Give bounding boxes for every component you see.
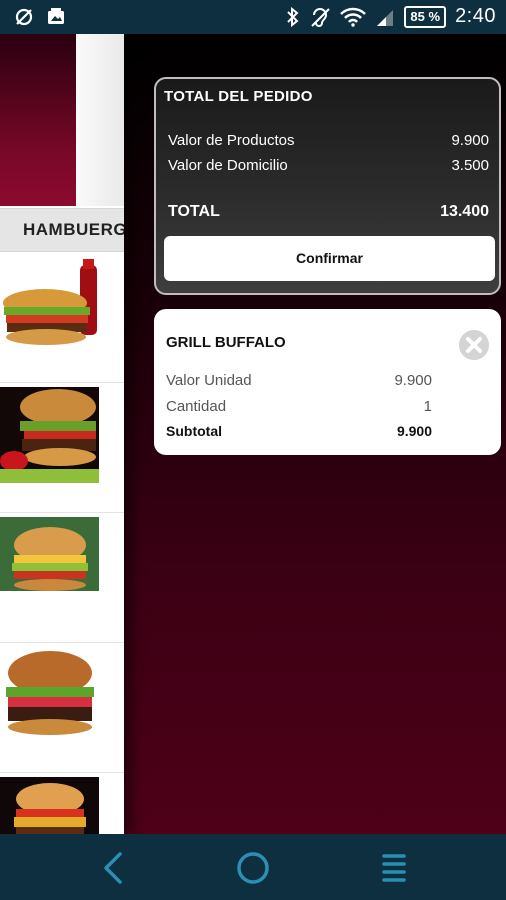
- subtotal-value: 9.900: [396, 423, 432, 439]
- unit-label: Valor Unidad: [166, 372, 252, 389]
- quantity-label: Cantidad: [166, 398, 227, 415]
- item-name: GRILL BUFFALO: [166, 334, 286, 351]
- products-value: 9.900: [451, 132, 489, 149]
- burger-image: [0, 517, 99, 613]
- battery-indicator: 85 %: [404, 5, 447, 28]
- back-icon[interactable]: [96, 850, 132, 886]
- quantity-row: Cantidad 1: [166, 398, 432, 415]
- order-item-card: GRILL BUFFALO Valor Unidad 9.900 Cantida…: [154, 309, 501, 455]
- clock: 2:40: [455, 5, 496, 27]
- total-value: 13.400: [440, 203, 489, 220]
- status-bar: 85 % 2:40: [0, 0, 506, 34]
- confirm-button[interactable]: Confirmar: [164, 236, 495, 281]
- menu-panel: HAMBUERGUESAS: [0, 34, 124, 834]
- image-icon: [48, 8, 64, 24]
- products-row: Valor de Productos 9.900: [168, 132, 489, 149]
- total-row: TOTAL 13.400: [168, 203, 489, 221]
- list-item[interactable]: [0, 773, 124, 834]
- subtotal-label: Subtotal: [166, 423, 222, 439]
- list-item[interactable]: [0, 643, 124, 773]
- delivery-label: Valor de Domicilio: [168, 157, 288, 174]
- order-total-card: TOTAL DEL PEDIDO Valor de Productos 9.90…: [154, 77, 501, 295]
- navigation-bar: [0, 834, 506, 900]
- quantity-value: 1: [423, 398, 432, 415]
- main-area: HAMBUERGUESAS: [0, 34, 506, 834]
- home-icon[interactable]: [235, 850, 271, 886]
- hearing-aid-icon: [311, 7, 331, 27]
- burger-image: [0, 387, 99, 483]
- wifi-icon: [340, 7, 367, 27]
- subtotal-row: Subtotal 9.900: [166, 423, 432, 439]
- list-item[interactable]: [0, 253, 124, 383]
- unit-row: Valor Unidad 9.900: [166, 372, 432, 389]
- sync-off-icon: [15, 8, 33, 26]
- menu-icon[interactable]: [376, 850, 412, 886]
- banner-strip: [76, 34, 124, 206]
- delivery-row: Valor de Domicilio 3.500: [168, 157, 489, 174]
- total-label: TOTAL: [168, 203, 220, 220]
- unit-value: 9.900: [394, 372, 432, 389]
- list-item[interactable]: [0, 383, 124, 513]
- burger-image: [0, 647, 99, 743]
- banner-image: [0, 34, 76, 206]
- delivery-value: 3.500: [451, 157, 489, 174]
- burger-image: [0, 777, 99, 834]
- products-label: Valor de Productos: [168, 132, 295, 149]
- order-total-title: TOTAL DEL PEDIDO: [164, 88, 313, 105]
- bluetooth-icon: [287, 6, 299, 27]
- close-icon[interactable]: [459, 330, 489, 360]
- signal-icon: [377, 9, 394, 26]
- category-label: HAMBUERGUESAS: [23, 220, 124, 239]
- list-item[interactable]: [0, 513, 124, 643]
- burger-image: [0, 257, 99, 353]
- category-tab[interactable]: HAMBUERGUESAS: [0, 208, 124, 252]
